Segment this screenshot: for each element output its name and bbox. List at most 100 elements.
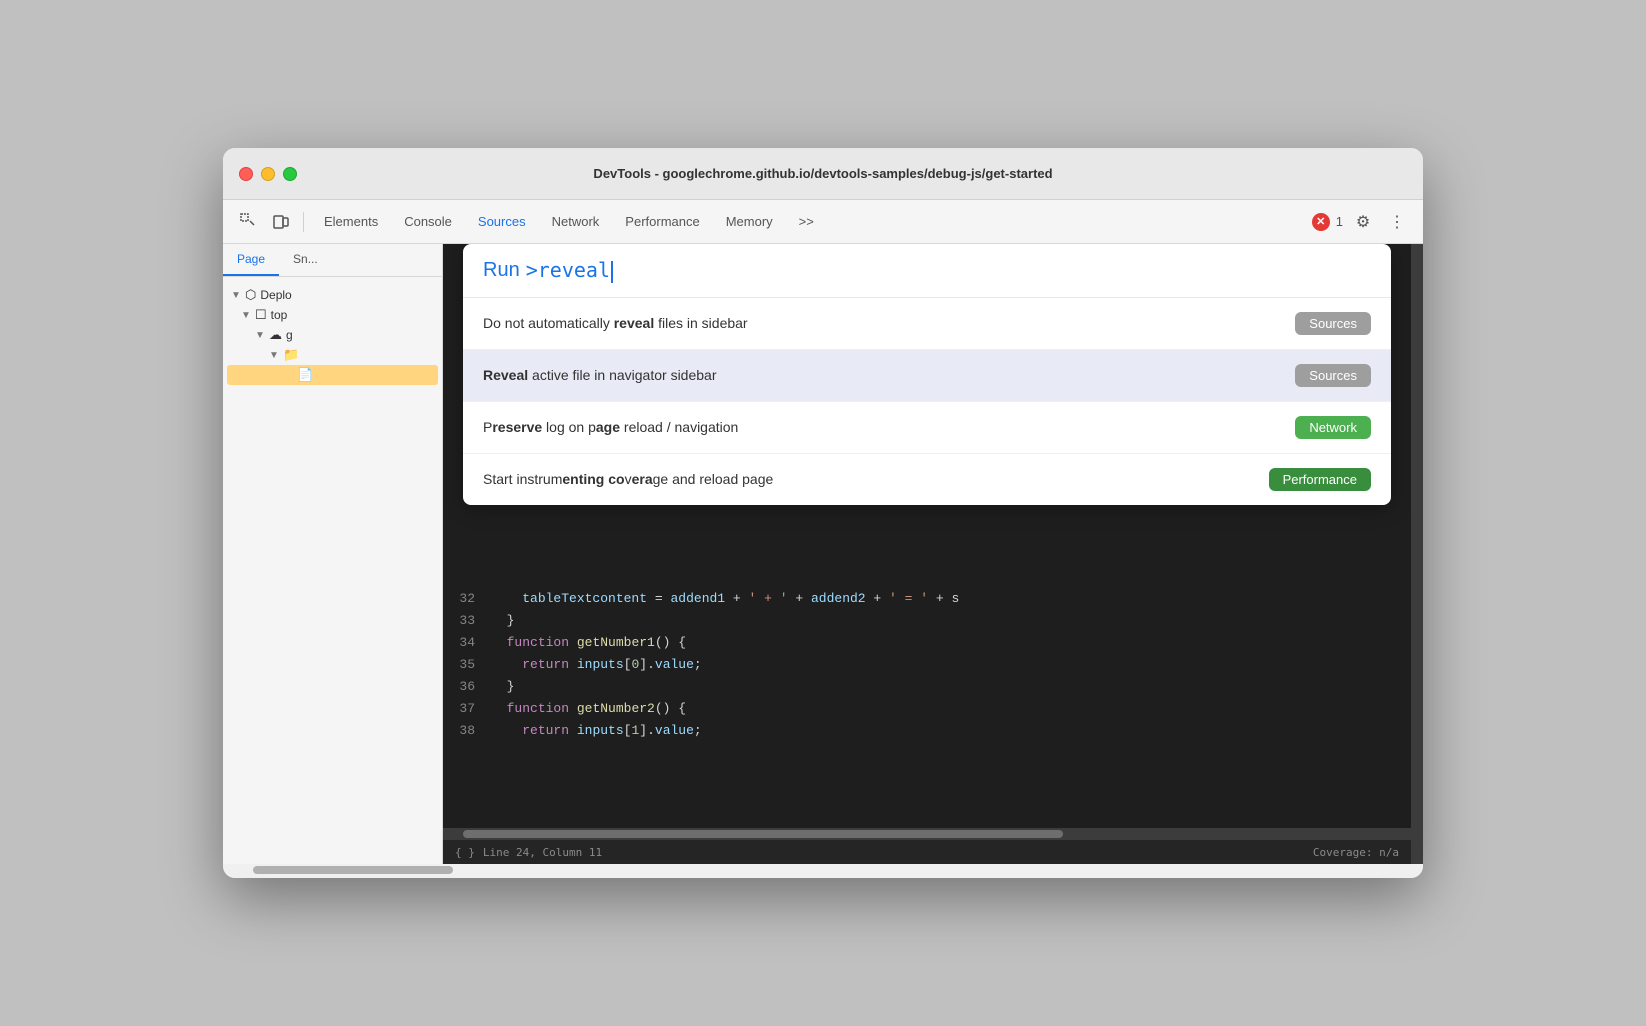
coverage-status: Coverage: n/a [1313,846,1399,859]
scrollbar-thumb-h[interactable] [463,830,1063,838]
code-line-34: 34 function getNumber1() { [443,632,1411,654]
cmd-item-4-highlight2: era [632,471,653,487]
cmd-item-2-badge[interactable]: Sources [1295,364,1371,387]
deploy-icon: ⬡ [245,287,256,303]
window-title: DevTools - googlechrome.github.io/devtoo… [593,166,1052,181]
title-bar: DevTools - googlechrome.github.io/devtoo… [223,148,1423,200]
line-num-37: 37 [451,698,491,720]
toolbar: Elements Console Sources Network Perform… [223,200,1423,244]
maximize-button[interactable] [283,167,297,181]
line-num-35: 35 [451,654,491,676]
cmd-item-1[interactable]: Do not automatically reveal files in sid… [463,298,1391,350]
line-num-34: 34 [451,632,491,654]
sidebar-tab-page[interactable]: Page [223,244,279,276]
code-line-38: 38 return inputs[1].value; [443,720,1411,742]
bottom-scrollbar[interactable] [223,866,1423,878]
line-num-38: 38 [451,720,491,742]
status-left: { } Line 24, Column 11 [455,846,602,859]
tab-elements[interactable]: Elements [312,208,390,235]
cmd-input-row: Run >reveal [463,244,1391,298]
curly-braces-icon: { } [455,846,475,859]
more-icon[interactable]: ⋮ [1383,208,1411,236]
vertical-scrollbar[interactable] [1411,244,1423,864]
error-badge: ✕ [1312,213,1330,231]
cmd-item-2-text: Reveal active file in navigator sidebar [483,367,1295,383]
device-icon[interactable] [267,208,295,236]
command-palette: Run >reveal Do not automatically reveal … [463,244,1391,505]
sidebar-tab-snippets[interactable]: Sn... [279,244,332,276]
cmd-item-1-text: Do not automatically reveal files in sid… [483,315,1295,331]
tab-bar: Elements Console Sources Network Perform… [312,208,1308,235]
code-text-32: tableTextcontent = addend1 + ' + ' + add… [491,588,1403,610]
settings-icon[interactable]: ⚙ [1349,208,1377,236]
line-num-32: 32 [451,588,491,610]
sidebar: Page Sn... ▼ ⬡ Deplo ▼ ☐ top ▼ ☁ g [223,244,443,864]
cmd-item-1-highlight: reveal [614,315,654,331]
tree-item-folder[interactable]: ▼ 📁 [227,345,438,365]
cmd-item-4[interactable]: Start instrumenting coverage and reload … [463,454,1391,505]
tree-item-deploy[interactable]: ▼ ⬡ Deplo [227,285,438,305]
devtools-window: DevTools - googlechrome.github.io/devtoo… [223,148,1423,878]
code-line-33: 33 } [443,610,1411,632]
main-area: Page Sn... ▼ ⬡ Deplo ▼ ☐ top ▼ ☁ g [223,244,1423,864]
cmd-item-2[interactable]: Reveal active file in navigator sidebar … [463,350,1391,402]
cmd-item-4-badge[interactable]: Performance [1269,468,1371,491]
sidebar-tree: ▼ ⬡ Deplo ▼ ☐ top ▼ ☁ g ▼ 📁 [223,277,442,393]
tree-arrow: ▼ [269,350,283,361]
line-num-33: 33 [451,610,491,632]
tree-item-top[interactable]: ▼ ☐ top [227,305,438,325]
cursor [611,261,613,283]
cmd-item-3-text: Preserve log on page reload / navigation [483,419,1295,435]
error-count: 1 [1336,214,1343,229]
code-content: 32 tableTextcontent = addend1 + ' + ' + … [443,584,1411,828]
code-text-35: return inputs[0].value; [491,654,1403,676]
selector-icon[interactable] [235,208,263,236]
bottom-scrollbar-thumb[interactable] [253,866,453,874]
tab-console[interactable]: Console [392,208,464,235]
code-text-38: return inputs[1].value; [491,720,1403,742]
cmd-item-3-badge[interactable]: Network [1295,416,1371,439]
tab-network[interactable]: Network [540,208,612,235]
code-text-33: } [491,610,1403,632]
close-button[interactable] [239,167,253,181]
tab-sources[interactable]: Sources [466,208,538,235]
cmd-item-3[interactable]: Preserve log on page reload / navigation… [463,402,1391,454]
tree-label-deploy: Deplo [260,288,291,302]
tab-performance[interactable]: Performance [613,208,711,235]
status-bar: { } Line 24, Column 11 Coverage: n/a [443,840,1411,864]
cmd-input[interactable]: >reveal [526,258,613,283]
code-text-37: function getNumber2() { [491,698,1403,720]
code-line-35: 35 return inputs[0].value; [443,654,1411,676]
cursor-position: Line 24, Column 11 [483,846,602,859]
code-area: Run >reveal Do not automatically reveal … [443,244,1411,864]
tree-item-file[interactable]: 📄 [227,365,438,385]
cmd-input-value: >reveal [526,258,610,282]
cmd-item-1-badge[interactable]: Sources [1295,312,1371,335]
tree-arrow: ▼ [241,310,255,321]
tree-label-g: g [286,328,293,342]
file-icon: 📄 [297,367,313,383]
cmd-item-3-highlight2: age [596,419,620,435]
tab-memory[interactable]: Memory [714,208,785,235]
code-line-32: 32 tableTextcontent = addend1 + ' + ' + … [443,588,1411,610]
sidebar-tabs: Page Sn... [223,244,442,277]
top-icon: ☐ [255,307,267,323]
cmd-item-2-highlight: Reveal [483,367,528,383]
cmd-item-3-highlight: reserve [492,419,542,435]
toolbar-right: ✕ 1 ⚙ ⋮ [1312,208,1411,236]
g-icon: ☁ [269,327,282,343]
cmd-item-4-highlight: enting co [562,471,624,487]
tree-arrow: ▼ [255,330,269,341]
tab-more[interactable]: >> [787,208,826,235]
tree-item-g[interactable]: ▼ ☁ g [227,325,438,345]
tree-label-top: top [271,308,288,322]
minimize-button[interactable] [261,167,275,181]
code-line-36: 36 } [443,676,1411,698]
cmd-run-label: Run [483,259,520,282]
code-text-36: } [491,676,1403,698]
horizontal-scrollbar[interactable] [443,828,1411,840]
line-num-36: 36 [451,676,491,698]
tree-arrow: ▼ [231,290,245,301]
code-text-34: function getNumber1() { [491,632,1403,654]
cmd-item-4-text: Start instrumenting coverage and reload … [483,471,1269,487]
